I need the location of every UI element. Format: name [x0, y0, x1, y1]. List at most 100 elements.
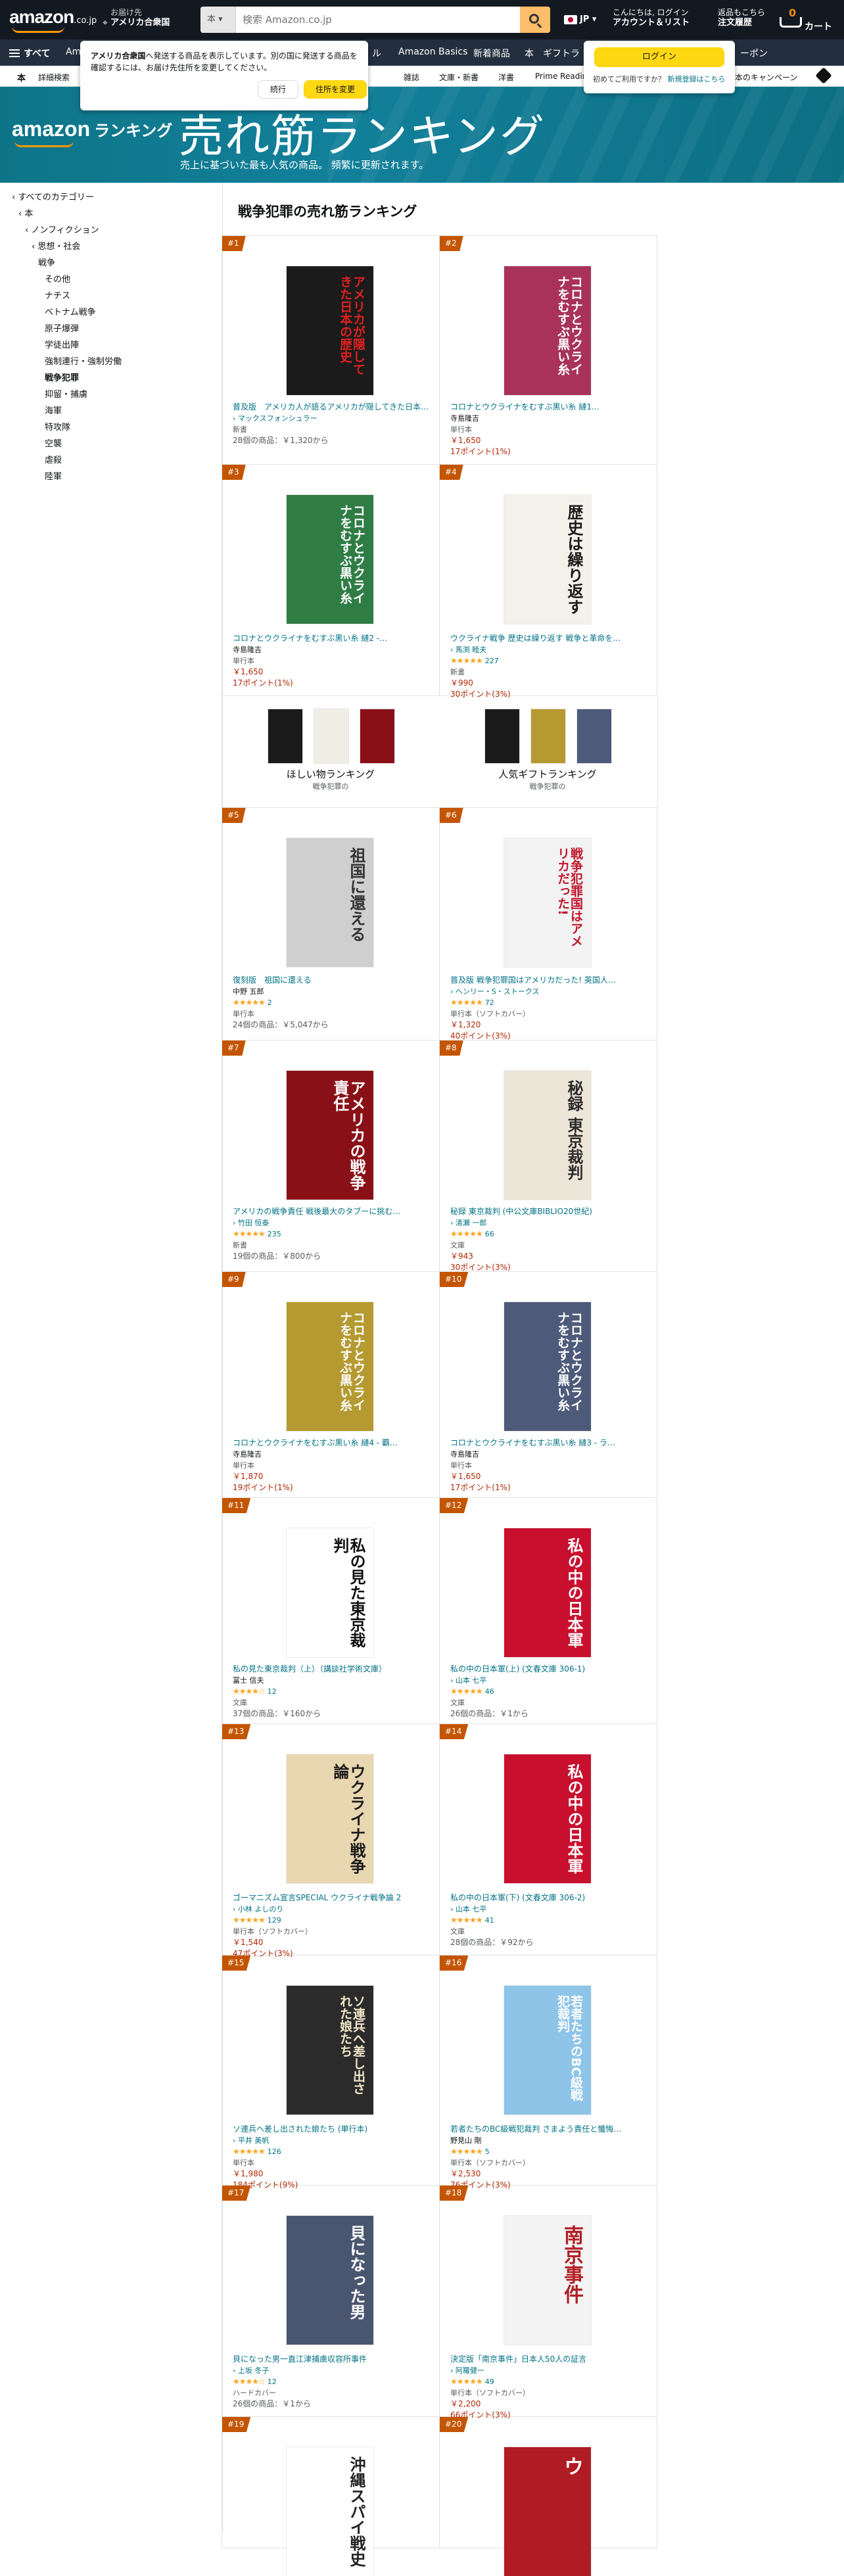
- sidebar-item[interactable]: 原子爆弾: [12, 321, 222, 337]
- change-address-button[interactable]: 住所を変更: [304, 80, 367, 99]
- sub-nav-link[interactable]: 洋書: [498, 72, 514, 83]
- book-cover[interactable]: 沖縄スパイ戦史: [287, 2447, 373, 2576]
- deliver-to[interactable]: ⌖ お届け先 アメリカ合衆国: [103, 8, 170, 28]
- amazon-logo[interactable]: amazon.co.jp: [9, 7, 101, 33]
- offers-link[interactable]: 19個の商品：￥800から: [233, 1251, 430, 1262]
- product-title-link[interactable]: ゴーマニズム宣言SPECIAL ウクライナ戦争論 2: [233, 1892, 430, 1904]
- product-title-link[interactable]: コロナとウクライナをむすぶ黒い糸 縺3 ‐ ラ…: [450, 1438, 647, 1449]
- review-count[interactable]: 12: [268, 1687, 277, 1696]
- rating-row[interactable]: ★★★★☆ 12: [233, 1686, 430, 1697]
- author-link[interactable]: › 阿羅健一: [450, 2365, 647, 2376]
- book-cover[interactable]: 歴史は繰り返す: [504, 495, 591, 624]
- book-cover[interactable]: 秘録 東京裁判: [504, 1071, 591, 1200]
- product-title-link[interactable]: 私の中の日本軍(上) (文春文庫 306-1): [450, 1664, 647, 1675]
- nav-link[interactable]: 新着商品: [473, 47, 510, 60]
- product-title-link[interactable]: コロナとウクライナをむすぶ黒い糸 縺4 ‐ 覇…: [233, 1438, 430, 1449]
- book-cover[interactable]: コロナとウクライナをむすぶ黒い糸: [504, 1302, 591, 1431]
- product-title-link[interactable]: 私の中の日本軍(下) (文春文庫 306-2): [450, 1892, 647, 1904]
- sidebar-item[interactable]: 虐殺: [12, 452, 222, 469]
- login-button[interactable]: ログイン: [594, 47, 724, 67]
- rating-row[interactable]: ★★★★★ 5: [450, 2146, 647, 2157]
- rating-row[interactable]: ★★★★★ 49: [450, 2376, 647, 2387]
- orders-link[interactable]: 返品もこちら 注文履歴: [718, 8, 765, 28]
- review-count[interactable]: 227: [485, 657, 499, 665]
- author-link[interactable]: › 山本 七平: [450, 1675, 647, 1686]
- cart-button[interactable]: 0 カート: [777, 7, 836, 33]
- review-count[interactable]: 12: [268, 2377, 277, 2386]
- nav-link[interactable]: Am: [66, 47, 81, 57]
- rating-row[interactable]: ★★★★★ 41: [450, 1915, 647, 1926]
- author-link[interactable]: › 小林 よしのり: [233, 1904, 430, 1915]
- offers-link[interactable]: 26個の商品：￥1から: [450, 1708, 647, 1720]
- sidebar-item[interactable]: ナチス: [12, 288, 222, 304]
- nav-link[interactable]: ギフトラ: [543, 47, 580, 60]
- nav-link[interactable]: 本: [525, 47, 534, 60]
- rating-row[interactable]: ★★★★★ 66: [450, 1229, 647, 1240]
- all-menu-button[interactable]: すべて: [9, 47, 50, 60]
- sidebar-item[interactable]: 海軍: [12, 403, 222, 419]
- sidebar-item[interactable]: 抑留・捕虜: [12, 386, 222, 403]
- search-input[interactable]: [237, 7, 513, 33]
- rating-row[interactable]: ★★★★★ 129: [233, 1915, 430, 1926]
- sidebar-item[interactable]: 空襲: [12, 436, 222, 452]
- sidebar-item[interactable]: 学徒出陣: [12, 337, 222, 354]
- sub-nav-link[interactable]: 文庫・新書: [439, 72, 479, 83]
- rating-row[interactable]: ★★★★☆ 12: [233, 2376, 430, 2387]
- book-cover[interactable]: 戦争犯罪国はアメリカだった!: [504, 838, 591, 967]
- author-link[interactable]: › 平井 美帆: [233, 2135, 430, 2146]
- book-cover[interactable]: 私の中の日本軍: [504, 1754, 591, 1883]
- review-count[interactable]: 129: [268, 1916, 281, 1925]
- product-title-link[interactable]: 普及版 戦争犯罪国はアメリカだった! 英国人…: [450, 975, 647, 986]
- author-link[interactable]: › 清瀬 一郎: [450, 1217, 647, 1229]
- sidebar-item[interactable]: 特攻隊: [12, 419, 222, 436]
- continue-button[interactable]: 続行: [258, 80, 298, 99]
- author-link[interactable]: › マックスフォンシュラー: [233, 413, 430, 424]
- author-link[interactable]: › 山本 七平: [450, 1904, 647, 1915]
- book-cover[interactable]: ウ: [504, 2447, 591, 2576]
- sub-nav-link[interactable]: Prime Readin: [535, 72, 587, 81]
- review-count[interactable]: 41: [485, 1916, 494, 1925]
- sub-nav-link[interactable]: 本のキャンペーン: [735, 72, 797, 83]
- product-title-link[interactable]: 貝になった男一直江津捕虜収容所事件: [233, 2354, 430, 2365]
- book-cover[interactable]: 南京事件: [504, 2216, 591, 2345]
- search-category-select[interactable]: 本 ▾: [200, 7, 236, 33]
- offers-link[interactable]: 28個の商品：￥1,320から: [233, 435, 430, 446]
- search-button[interactable]: [520, 7, 550, 33]
- product-title-link[interactable]: 決定版「南京事件」日本人50人の証言: [450, 2354, 647, 2365]
- author-link[interactable]: › ヘンリー・S・ストークス: [450, 986, 647, 997]
- review-count[interactable]: 46: [485, 1687, 494, 1696]
- product-title-link[interactable]: ソ連兵へ差し出された娘たち (単行本): [233, 2124, 430, 2135]
- book-cover[interactable]: 祖国に還える: [287, 838, 373, 967]
- product-title-link[interactable]: コロナとウクライナをむすぶ黒い糸 縺1…: [450, 402, 647, 413]
- author-link[interactable]: › 馬渕 睦夫: [450, 644, 647, 655]
- review-count[interactable]: 126: [268, 2147, 281, 2156]
- rating-row[interactable]: ★★★★★ 126: [233, 2146, 430, 2157]
- product-title-link[interactable]: ウクライナ戦争 歴史は繰り返す 戦争と革命を…: [450, 633, 647, 644]
- gift-ranking-link[interactable]: 人気ギフトランキング 戦争犯罪の: [465, 709, 630, 795]
- rating-row[interactable]: ★★★★★ 2: [233, 997, 430, 1008]
- register-link[interactable]: 新規登録はこちら: [668, 75, 726, 83]
- book-cover[interactable]: ウクライナ戦争論: [287, 1754, 373, 1883]
- sidebar-item[interactable]: ‹ 本: [12, 206, 222, 222]
- sub-nav-home[interactable]: 本: [17, 71, 26, 83]
- rating-row[interactable]: ★★★★★ 72: [450, 997, 647, 1008]
- review-count[interactable]: 49: [485, 2377, 494, 2386]
- book-cover[interactable]: アメリカの戦争責任: [287, 1071, 373, 1200]
- book-cover[interactable]: コロナとウクライナをむすぶ黒い糸: [504, 266, 591, 395]
- review-count[interactable]: 66: [485, 1230, 494, 1238]
- sub-nav-link[interactable]: 詳細検索: [38, 72, 70, 83]
- offers-link[interactable]: 28個の商品：￥92から: [450, 1937, 647, 1948]
- offers-link[interactable]: 24個の商品：￥5,047から: [233, 1019, 430, 1031]
- book-cover[interactable]: 貝になった男: [287, 2216, 373, 2345]
- sidebar-item[interactable]: ‹ ノンフィクション: [12, 222, 222, 239]
- language-selector[interactable]: JP ▾: [564, 14, 596, 24]
- product-title-link[interactable]: 普及版 アメリカ人が語るアメリカが隠してきた日本の歴史: [233, 402, 430, 413]
- wishlist-ranking-link[interactable]: ほしい物ランキング 戦争犯罪の: [248, 709, 413, 795]
- sidebar-item[interactable]: その他: [12, 271, 222, 288]
- sidebar-item[interactable]: ‹ 思想・社会: [12, 239, 222, 255]
- book-cover[interactable]: コロナとウクライナをむすぶ黒い糸: [287, 1302, 373, 1431]
- nav-link[interactable]: Amazon Basics: [398, 47, 467, 57]
- sidebar-item[interactable]: 強制連行・強制労働: [12, 354, 222, 370]
- offers-link[interactable]: 37個の商品：￥160から: [233, 1708, 430, 1720]
- product-title-link[interactable]: 復刻版 祖国に還える: [233, 975, 430, 986]
